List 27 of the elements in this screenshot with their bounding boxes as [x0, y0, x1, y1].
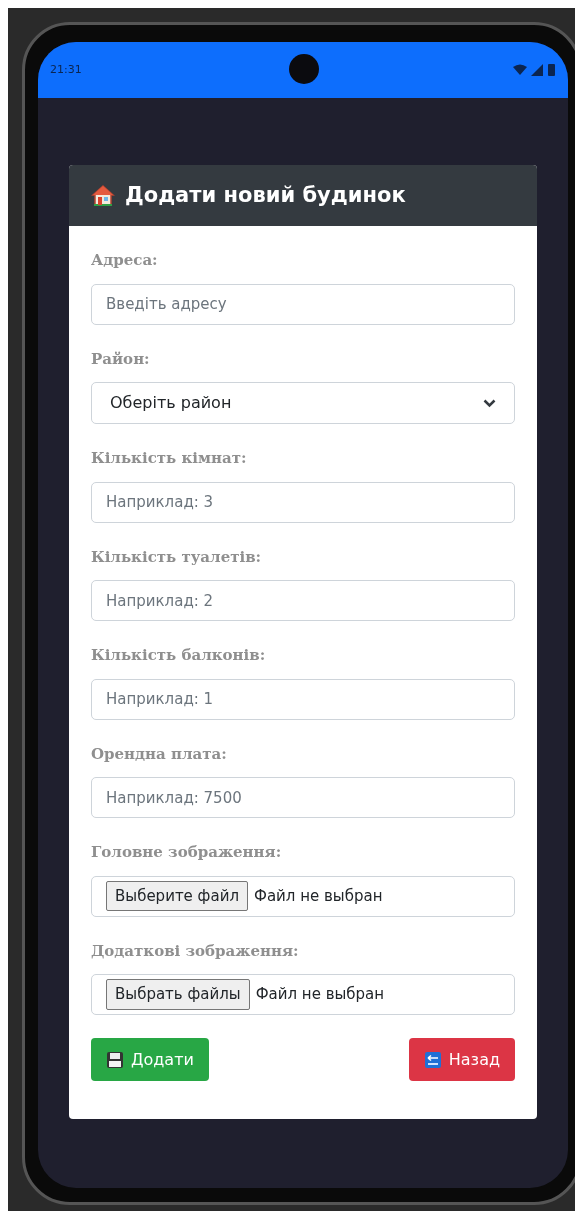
- camera-icon: [289, 54, 319, 84]
- house-icon: [91, 183, 115, 208]
- field-label: Орендна плата:: [91, 743, 228, 765]
- choose-file-button[interactable]: Выберите файл: [106, 880, 248, 912]
- field-label: Кількість кімнат:: [91, 448, 248, 469]
- file-input[interactable]: Выберите файл Файл не выбран: [91, 875, 515, 917]
- card-title: Додати новий будинок: [125, 181, 406, 209]
- field-label: Кількість балконів:: [91, 645, 267, 666]
- status-time: 21:31: [50, 61, 82, 78]
- field-label: Адреса:: [91, 250, 159, 271]
- field-label: Район:: [91, 348, 151, 370]
- file-status: Файл не выбран: [254, 885, 383, 907]
- field-label: Додаткові зображення:: [91, 940, 300, 962]
- back-button[interactable]: Назад: [408, 1038, 515, 1081]
- field-label: Кількість туалетів:: [91, 546, 263, 568]
- district-dropdown[interactable]: Оберіть район: [91, 382, 515, 424]
- input-field[interactable]: Наприклад: 7500: [91, 777, 515, 818]
- input-field[interactable]: Наприклад: 1: [91, 678, 515, 720]
- input-field[interactable]: Наприклад: 2: [91, 580, 515, 621]
- field-label: Головне зображення:: [91, 842, 283, 863]
- file-status: Файл не выбран: [255, 984, 385, 1006]
- input-field[interactable]: Введіть адресу: [91, 283, 515, 325]
- input-field[interactable]: Наприклад: 3: [91, 481, 515, 523]
- file-input[interactable]: Выбрать файлы Файл не выбран: [91, 974, 515, 1015]
- chevron-down-icon: [483, 398, 496, 408]
- choose-file-button[interactable]: Выбрать файлы: [106, 979, 250, 1010]
- status-icons: [512, 63, 556, 77]
